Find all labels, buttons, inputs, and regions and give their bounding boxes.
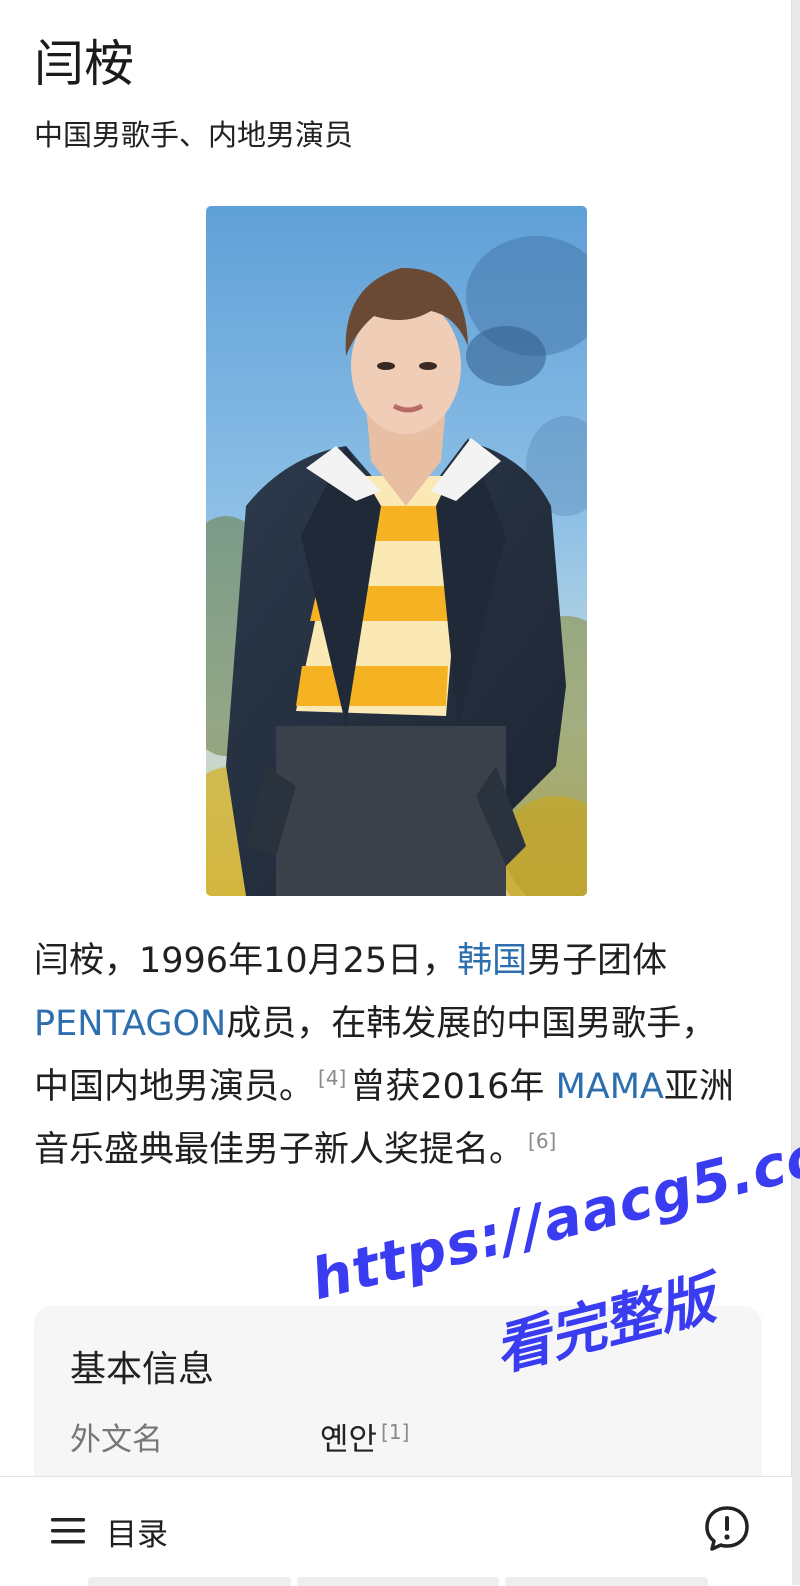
scrollbar-track[interactable] [791, 0, 800, 1585]
citation-ref[interactable]: [1] [381, 1420, 409, 1444]
mama-link[interactable]: MAMA [556, 1067, 664, 1107]
toc-label: 目录 [106, 1516, 168, 1553]
table-of-contents-button[interactable]: 目录 [48, 1503, 168, 1559]
bottom-toolbar: 目录 [0, 1476, 792, 1586]
menu-icon [51, 1518, 85, 1544]
pentagon-link[interactable]: PENTAGON [34, 1004, 226, 1044]
info-value-foreign-name: 옌안 [1] [320, 1418, 413, 1462]
korea-link[interactable]: 韩国 [457, 941, 527, 981]
profile-photo[interactable] [206, 206, 587, 896]
feedback-icon [705, 1506, 749, 1551]
profile-photo-illustration [206, 206, 587, 896]
infobox-title: 基本信息 [70, 1349, 215, 1390]
intro-text: 男子团体 [527, 941, 668, 981]
intro-paragraph: 闫桉，1996年10月25日，韩国男子团体 PENTAGON成员，在韩发展的中国… [34, 930, 734, 1182]
feedback-button[interactable] [702, 1503, 752, 1553]
intro-text: 闫桉，1996年10月25日， [34, 941, 458, 981]
citation-ref[interactable]: [4] [318, 1066, 346, 1090]
intro-text: 曾获2016年 [350, 1067, 545, 1107]
info-label-foreign-name: 外文名 [70, 1422, 163, 1458]
page-subtitle: 中国男歌手、内地男演员 [34, 118, 354, 152]
info-value-text: 옌안 [320, 1422, 378, 1458]
page-title: 闫桉 [34, 35, 134, 93]
citation-ref[interactable]: [6] [528, 1129, 556, 1153]
